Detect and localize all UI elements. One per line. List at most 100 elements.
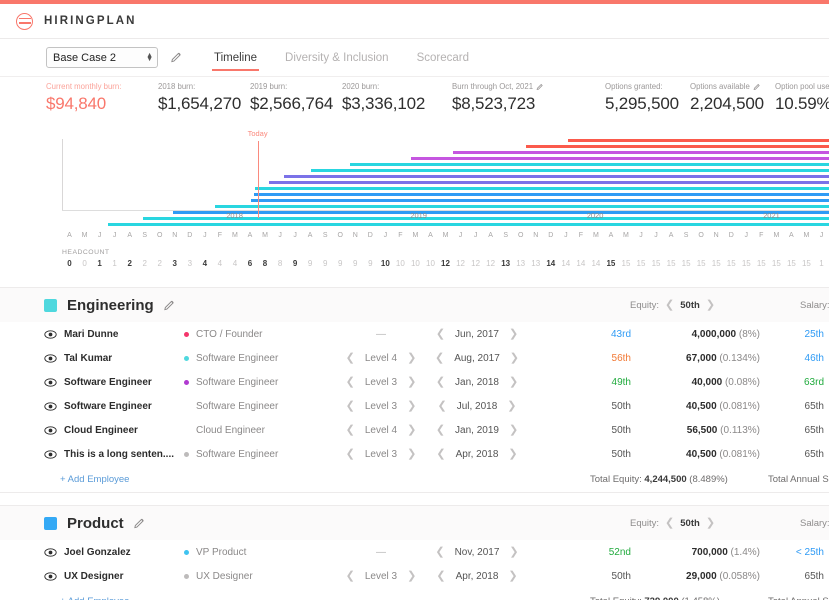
timeline-bar[interactable] — [410, 157, 829, 160]
timeline-bar[interactable] — [253, 193, 829, 196]
chevron-right-icon[interactable]: ❯ — [407, 448, 416, 460]
month-tick: J — [564, 232, 568, 239]
metric-label: Current monthly burn: — [46, 82, 122, 91]
month-tick: N — [352, 232, 358, 239]
headcount-value: 8 — [277, 259, 283, 268]
timeline-bar[interactable] — [453, 151, 829, 154]
timeline-bar[interactable] — [142, 217, 829, 220]
edit-pencil-icon[interactable] — [753, 83, 761, 91]
table-row[interactable]: Joel Gonzalez VP Product — ❮ Nov, 2017 ❯ 52nd 7… — [0, 540, 829, 564]
metric-6: Options available 2,204,500 — [690, 82, 764, 114]
chevron-right-icon[interactable]: ❯ — [407, 424, 416, 436]
visibility-eye-icon[interactable] — [44, 401, 57, 412]
chevron-left-icon[interactable]: ❮ — [437, 400, 446, 412]
chevron-right-icon[interactable]: ❯ — [507, 400, 516, 412]
timeline-bar[interactable] — [284, 175, 829, 178]
total-equity-pct: (8.489%) — [686, 473, 728, 485]
visibility-eye-icon[interactable] — [44, 547, 57, 558]
employee-name: Joel Gonzalez — [64, 546, 131, 558]
timeline-bar[interactable] — [173, 211, 829, 214]
role-label: Software Engineer — [196, 448, 279, 460]
add-employee-button[interactable]: + Add Employee — [60, 474, 129, 485]
chevron-left-icon[interactable]: ❮ — [665, 517, 674, 529]
chevron-left-icon[interactable]: ❮ — [346, 448, 355, 460]
visibility-eye-icon[interactable] — [44, 329, 57, 340]
total-equity-value: 729,000 — [644, 596, 678, 600]
timeline-bar[interactable] — [311, 169, 829, 172]
timeline-bar[interactable] — [251, 199, 829, 202]
timeline-bar[interactable] — [215, 205, 829, 208]
chevron-right-icon[interactable]: ❯ — [706, 299, 715, 311]
visibility-eye-icon[interactable] — [44, 571, 57, 582]
tab-timeline[interactable]: Timeline — [212, 39, 260, 77]
table-row[interactable]: Software Engineer Software Engineer ❮ Level… — [0, 394, 829, 418]
table-row[interactable]: Cloud Engineer Cloud Engineer ❮ Level 4 ❯ ❮ Ja… — [0, 418, 829, 442]
visibility-eye-icon[interactable] — [44, 425, 57, 436]
chevron-right-icon[interactable]: ❯ — [510, 352, 519, 364]
salary-percentile: 63rd — [803, 376, 824, 388]
chevron-left-icon[interactable]: ❮ — [436, 570, 445, 582]
chevron-right-icon[interactable]: ❯ — [706, 517, 715, 529]
timeline-bar[interactable] — [269, 181, 829, 184]
month-tick: J — [819, 232, 824, 239]
chevron-right-icon[interactable]: ❯ — [407, 376, 416, 388]
timeline-bar[interactable] — [526, 145, 829, 148]
chevron-right-icon[interactable]: ❯ — [407, 570, 416, 582]
headcount-value: 12 — [471, 259, 481, 268]
chevron-left-icon[interactable]: ❮ — [346, 400, 355, 412]
chevron-right-icon[interactable]: ❯ — [509, 546, 518, 558]
month-tick: S — [322, 232, 328, 239]
headcount-value: 6 — [247, 259, 253, 268]
equity-percentile-control[interactable]: Equity: ❮ 50th ❯ — [630, 517, 715, 529]
equity-percentile-control[interactable]: Equity: ❮ 50th ❯ — [630, 299, 715, 311]
visibility-eye-icon[interactable] — [44, 377, 57, 388]
chevron-left-icon[interactable]: ❮ — [346, 376, 355, 388]
chevron-left-icon[interactable]: ❮ — [346, 352, 355, 364]
chevron-left-icon[interactable]: ❮ — [346, 424, 355, 436]
tab-diversity-inclusion[interactable]: Diversity & Inclusion — [283, 39, 391, 77]
date-value: Aug, 2017 — [454, 352, 500, 364]
metric-label: Options available — [690, 82, 764, 91]
stepper-icon: ▲ ▼ — [146, 51, 153, 63]
table-row[interactable]: This is a long senten.... Software Engine… — [0, 442, 829, 466]
role-label: Software Engineer — [196, 376, 279, 388]
visibility-eye-icon[interactable] — [44, 353, 57, 364]
timeline-bar[interactable] — [349, 163, 829, 166]
table-row[interactable]: Mari Dunne CTO / Founder — ❮ Jun, 2017 ❯ 43rd 4… — [0, 322, 829, 346]
timeline-bar[interactable] — [255, 187, 829, 190]
edit-pencil-icon[interactable] — [536, 83, 544, 91]
chevron-left-icon[interactable]: ❮ — [436, 328, 445, 340]
equity-percentile-value: 50th — [680, 299, 700, 311]
chevron-right-icon[interactable]: ❯ — [407, 400, 416, 412]
chevron-left-icon[interactable]: ❮ — [436, 424, 445, 436]
edit-scenario-pencil-icon[interactable] — [170, 51, 183, 64]
chevron-right-icon[interactable]: ❯ — [407, 352, 416, 364]
chevron-left-icon[interactable]: ❮ — [436, 448, 445, 460]
chevron-right-icon[interactable]: ❯ — [508, 570, 517, 582]
chevron-left-icon[interactable]: ❮ — [665, 299, 674, 311]
tab-scorecard[interactable]: Scorecard — [415, 39, 471, 77]
timeline-bar[interactable] — [108, 223, 829, 226]
chevron-left-icon[interactable]: ❮ — [436, 376, 445, 388]
month-tick: M — [81, 232, 88, 239]
total-equity-label: Total Equity: — [590, 473, 645, 485]
edit-section-pencil-icon[interactable] — [163, 299, 176, 312]
timeline-bar[interactable] — [568, 139, 829, 142]
table-row[interactable]: Software Engineer Software Engineer ❮ Level… — [0, 370, 829, 394]
chevron-left-icon[interactable]: ❮ — [346, 570, 355, 582]
chevron-right-icon[interactable]: ❯ — [508, 448, 517, 460]
chevron-right-icon[interactable]: ❯ — [509, 376, 518, 388]
table-row[interactable]: UX Designer UX Designer ❮ Level 3 ❯ ❮ Apr, 201… — [0, 564, 829, 588]
equity-label: Equity: — [630, 517, 660, 529]
chevron-left-icon[interactable]: ❮ — [435, 352, 444, 364]
table-row[interactable]: Tal Kumar Software Engineer ❮ Level 4 ❯ ❮ Aug,… — [0, 346, 829, 370]
chevron-right-icon[interactable]: ❯ — [509, 424, 518, 436]
visibility-eye-icon[interactable] — [44, 449, 57, 460]
chevron-right-icon[interactable]: ❯ — [509, 328, 518, 340]
scenario-select[interactable]: Base Case 2 ▲ ▼ — [46, 47, 158, 68]
add-employee-button[interactable]: + Add Employee — [60, 596, 129, 600]
employee-name: Software Engineer — [64, 376, 152, 388]
chevron-left-icon[interactable]: ❮ — [435, 546, 444, 558]
total-salary: Total Annual Sa — [768, 473, 829, 485]
edit-section-pencil-icon[interactable] — [133, 517, 146, 530]
